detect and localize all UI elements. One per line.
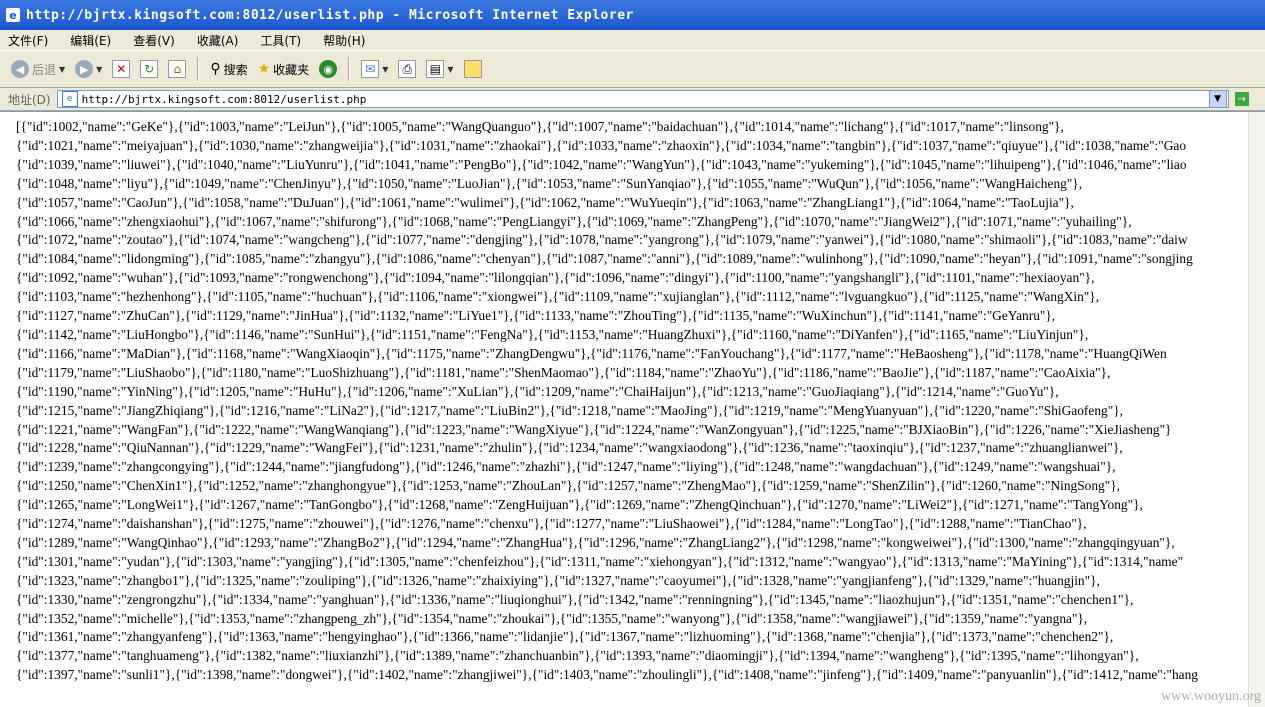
json-text-line: {"id":1250,"name":"ChenXin1"},{"id":1252… <box>16 478 1120 494</box>
mail-button[interactable]: ✉ ▼ <box>358 58 391 80</box>
home-icon: ⌂ <box>168 60 187 78</box>
address-url[interactable]: http://bjrtx.kingsoft.com:8012/userlist.… <box>82 93 1209 106</box>
favorites-button[interactable]: ★ 收藏夹 <box>255 59 313 80</box>
json-text-line: {"id":1377,"name":"tanghuameng"},{"id":1… <box>16 648 1139 664</box>
window-title: http://bjrtx.kingsoft.com:8012/userlist.… <box>26 7 634 23</box>
menu-help[interactable]: 帮助(H) <box>323 32 365 49</box>
back-arrow-icon: ◀ <box>11 60 29 78</box>
star-icon: ★ <box>257 61 271 77</box>
json-text-line: {"id":1179,"name":"LiuShaobo"},{"id":118… <box>16 364 1111 380</box>
page-content: [{"id":1002,"name":"GeKe"},{"id":1003,"n… <box>0 111 1265 707</box>
chevron-down-icon[interactable]: ▼ <box>447 65 453 74</box>
forward-arrow-icon: ▶ <box>75 60 94 78</box>
chevron-down-icon[interactable]: ▼ <box>59 65 65 74</box>
toolbar-separator <box>197 57 200 81</box>
json-text-line: {"id":1289,"name":"WangQinhao"},{"id":12… <box>16 534 1175 550</box>
address-bar: 地址(D) e http://bjrtx.kingsoft.com:8012/u… <box>0 88 1265 111</box>
json-text-line: {"id":1084,"name":"lidongming"},{"id":10… <box>16 251 1193 267</box>
json-text-line: {"id":1265,"name":"LongWei1"},{"id":1267… <box>16 497 1143 513</box>
edit-icon: ▤ <box>426 60 445 78</box>
json-text-line: {"id":1352,"name":"michelle"},{"id":1353… <box>16 610 1088 626</box>
stop-icon: ✕ <box>112 60 131 78</box>
json-text-line: {"id":1021,"name":"meiyajuan"},{"id":103… <box>16 137 1187 153</box>
back-label: 后退 <box>32 62 57 77</box>
json-text-line: {"id":1166,"name":"MaDian"},{"id":1168,"… <box>16 345 1167 361</box>
note-icon <box>463 60 482 78</box>
media-button[interactable]: ◉ <box>316 58 340 80</box>
chevron-down-icon[interactable]: ▼ <box>96 65 102 74</box>
json-text-line: {"id":1323,"name":"zhangbo1"},{"id":1325… <box>16 572 1100 588</box>
mail-icon: ✉ <box>361 60 380 78</box>
json-output: [{"id":1002,"name":"GeKe"},{"id":1003,"n… <box>0 112 1265 685</box>
refresh-button[interactable]: ↻ <box>137 58 161 80</box>
json-text-line: {"id":1057,"name":"CaoJun"},{"id":1058,"… <box>16 194 1074 210</box>
back-button[interactable]: ◀ 后退 ▼ <box>8 58 68 80</box>
favorites-label: 收藏夹 <box>273 62 310 77</box>
toolbar-separator <box>348 57 351 81</box>
menu-view[interactable]: 查看(V) <box>133 32 175 49</box>
stop-button[interactable]: ✕ <box>109 58 133 80</box>
json-text-line: {"id":1103,"name":"hezhenhong"},{"id":11… <box>16 289 1100 305</box>
toolbar: ◀ 后退 ▼ ▶ ▼ ✕ ↻ ⌂ ⚲ 搜索 ★ 收藏夹 ◉ ✉ ▼ ⎙ ▤ ▼ <box>0 50 1265 88</box>
json-text-line: {"id":1397,"name":"sunli1"},{"id":1398,"… <box>16 667 1198 683</box>
address-label: 地址(D) <box>8 92 51 107</box>
search-button[interactable]: ⚲ 搜索 <box>207 59 250 80</box>
json-text-line: {"id":1142,"name":"LiuHongbo"},{"id":114… <box>16 326 1089 342</box>
json-text-line: {"id":1072,"name":"zoutao"},{"id":1074,"… <box>16 232 1188 248</box>
menu-tools[interactable]: 工具(T) <box>260 32 301 49</box>
json-text-line: {"id":1361,"name":"zhangyanfeng"},{"id":… <box>16 629 1114 645</box>
json-text-line: {"id":1039,"name":"liuwei"},{"id":1040,"… <box>16 156 1187 172</box>
json-text-line: [{"id":1002,"name":"GeKe"},{"id":1003,"n… <box>16 119 1064 134</box>
json-text-line: {"id":1221,"name":"WangFan"},{"id":1222,… <box>16 421 1172 437</box>
go-button[interactable]: → <box>1234 92 1249 106</box>
json-text-line: {"id":1127,"name":"ZhuCan"},{"id":1129,"… <box>16 308 1056 324</box>
address-input[interactable]: e http://bjrtx.kingsoft.com:8012/userlis… <box>56 90 1229 108</box>
json-text-line: {"id":1274,"name":"daishanshan"},{"id":1… <box>16 516 1087 532</box>
json-text-line: {"id":1330,"name":"zengrongzhu"},{"id":1… <box>16 591 1134 607</box>
chevron-down-icon[interactable]: ▼ <box>382 65 388 74</box>
refresh-icon: ↻ <box>140 60 159 78</box>
home-button[interactable]: ⌂ <box>165 58 189 80</box>
json-text-line: {"id":1228,"name":"QiuNannan"},{"id":122… <box>16 440 1123 456</box>
search-label: 搜索 <box>223 62 248 77</box>
search-icon: ⚲ <box>210 61 221 77</box>
discuss-button[interactable] <box>461 58 485 80</box>
watermark: www.wooyun.org <box>1161 689 1261 704</box>
menu-favorites[interactable]: 收藏(A) <box>197 32 239 49</box>
json-text-line: {"id":1190,"name":"YinNing"},{"id":1205,… <box>16 383 1059 399</box>
media-icon: ◉ <box>319 60 338 78</box>
json-text-line: {"id":1215,"name":"JiangZhiqiang"},{"id"… <box>16 402 1123 418</box>
forward-button[interactable]: ▶ ▼ <box>72 58 105 80</box>
json-text-line: {"id":1048,"name":"liyu"},{"id":1049,"na… <box>16 175 1083 191</box>
json-text-line: {"id":1301,"name":"yudan"},{"id":1303,"n… <box>16 553 1184 569</box>
menu-bar: 文件(F) 编辑(E) 查看(V) 收藏(A) 工具(T) 帮助(H) <box>0 30 1265 50</box>
ie-logo-icon: e <box>6 8 20 22</box>
chevron-down-icon[interactable]: ▼ <box>1208 90 1227 108</box>
json-text-line: {"id":1239,"name":"zhangcongying"},{"id"… <box>16 459 1116 475</box>
page-icon: e <box>61 91 78 107</box>
menu-edit[interactable]: 编辑(E) <box>70 32 111 49</box>
vertical-scrollbar[interactable] <box>1248 112 1265 707</box>
print-icon: ⎙ <box>398 60 417 78</box>
json-text-line: {"id":1066,"name":"zhengxiaohui"},{"id":… <box>16 213 1132 229</box>
menu-file[interactable]: 文件(F) <box>8 32 48 49</box>
edit-button[interactable]: ▤ ▼ <box>423 58 456 80</box>
title-bar: e http://bjrtx.kingsoft.com:8012/userlis… <box>0 0 1265 30</box>
json-text-line: {"id":1092,"name":"wuhan"},{"id":1093,"n… <box>16 270 1095 286</box>
print-button[interactable]: ⎙ <box>395 58 419 80</box>
